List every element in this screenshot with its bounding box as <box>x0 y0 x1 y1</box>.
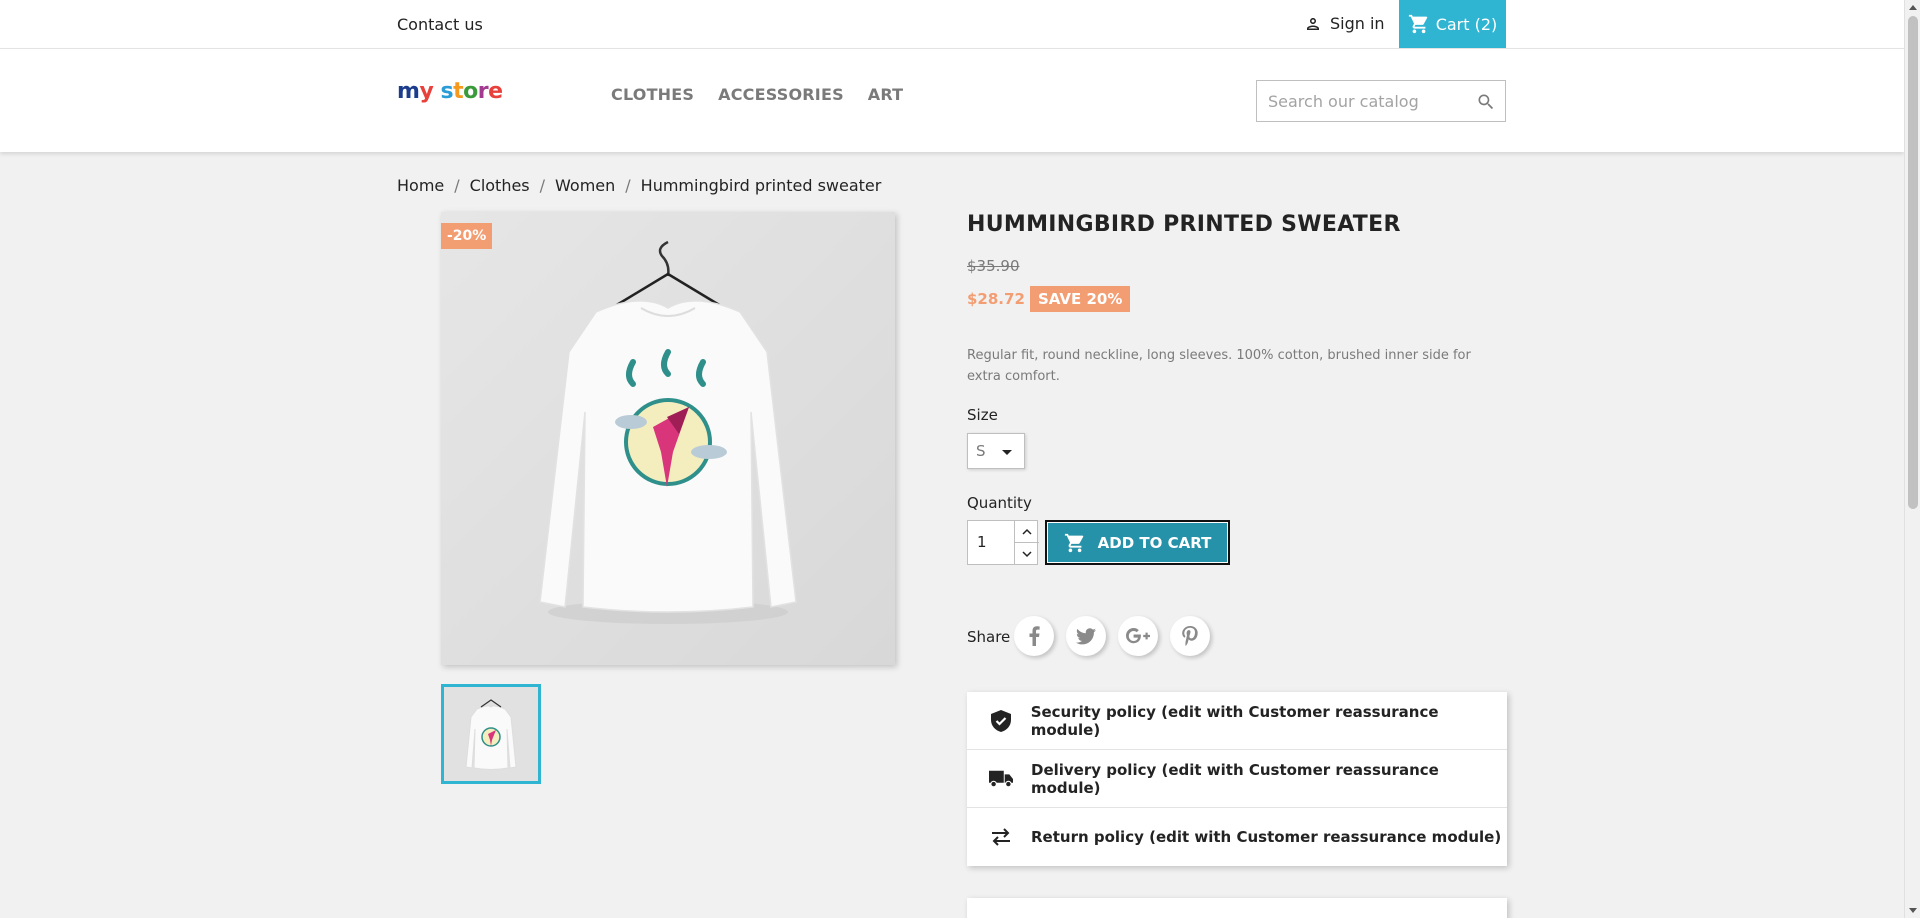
cart-button[interactable]: Cart (2) <box>1399 0 1506 48</box>
breadcrumb-separator: / <box>625 176 631 195</box>
quantity-label: Quantity <box>967 494 1032 512</box>
logo-letter: s <box>440 79 454 104</box>
scrollbar-thumb[interactable] <box>1908 16 1918 509</box>
logo-letter: t <box>453 79 464 104</box>
current-price: $28.72 <box>967 290 1025 308</box>
logo-letter: m <box>397 79 420 104</box>
breadcrumb-home[interactable]: Home <box>397 176 444 195</box>
reassurance-block: Security policy (edit with Customer reas… <box>967 692 1507 866</box>
twitter-icon <box>1076 627 1096 644</box>
size-value: S <box>976 442 986 460</box>
quantity-decrease-button[interactable] <box>1014 543 1039 565</box>
pinterest-icon <box>1182 626 1198 646</box>
regular-price: $35.90 <box>967 257 1020 275</box>
reassurance-delivery-text: Delivery policy (edit with Customer reas… <box>1031 760 1439 797</box>
quantity-input[interactable]: 1 <box>977 533 987 551</box>
menu-item-accessories[interactable]: ACCESSORIES <box>718 85 844 104</box>
swap-arrows-icon <box>989 828 1013 846</box>
search-input[interactable] <box>1257 81 1457 121</box>
add-to-cart-label: ADD TO CART <box>1097 533 1212 552</box>
reassurance-security-text: Security policy (edit with Customer reas… <box>1030 702 1439 739</box>
breadcrumb-clothes[interactable]: Clothes <box>470 176 530 195</box>
search-box <box>1256 80 1506 122</box>
share-googleplus-button[interactable] <box>1118 616 1158 656</box>
product-description: Regular fit, round neckline, long sleeve… <box>967 348 1471 384</box>
reassurance-return: Return policy (edit with Customer reassu… <box>967 808 1507 866</box>
google-plus-icon <box>1126 628 1150 644</box>
facebook-icon <box>1029 626 1040 646</box>
shield-check-icon <box>989 709 1013 732</box>
share-label: Share <box>967 628 1011 646</box>
scroll-down-arrow[interactable] <box>1909 908 1917 913</box>
breadcrumb-separator: / <box>454 176 460 195</box>
chevron-up-icon <box>1022 528 1032 535</box>
cart-icon <box>1064 533 1083 552</box>
logo-letter: e <box>488 79 503 104</box>
page-scrollbar[interactable] <box>1904 0 1920 918</box>
chevron-down-icon <box>1002 450 1012 455</box>
size-label: Size <box>967 406 998 424</box>
search-icon[interactable] <box>1476 92 1496 112</box>
save-badge: SAVE 20% <box>1030 286 1131 312</box>
product-thumbnail[interactable] <box>441 684 541 784</box>
product-cover-image[interactable] <box>441 212 895 665</box>
logo-letter: r <box>477 79 489 104</box>
sign-in-label: Sign in <box>1330 14 1385 33</box>
main-header: my store CLOTHES ACCESSORIES ART <box>0 49 1904 152</box>
logo-letter: y <box>419 79 434 104</box>
sign-in-link[interactable]: Sign in <box>1304 14 1385 33</box>
menu-item-art[interactable]: ART <box>868 85 904 104</box>
share-facebook-button[interactable] <box>1014 616 1054 656</box>
add-to-cart-button[interactable]: ADD TO CART <box>1045 520 1230 565</box>
truck-icon <box>989 770 1013 788</box>
breadcrumb: Home / Clothes / Women / Hummingbird pri… <box>397 176 881 195</box>
breadcrumb-current[interactable]: Hummingbird printed sweater <box>641 176 882 195</box>
product-tabs-panel <box>967 898 1507 918</box>
reassurance-delivery: Delivery policy (edit with Customer reas… <box>967 750 1507 808</box>
product-title: HUMMINGBIRD PRINTED SWEATER <box>967 212 1401 237</box>
cart-label: Cart (2) <box>1435 14 1498 34</box>
share-twitter-button[interactable] <box>1066 616 1106 656</box>
contact-us-link[interactable]: Contact us <box>397 15 483 34</box>
breadcrumb-women[interactable]: Women <box>555 176 615 195</box>
main-menu: CLOTHES ACCESSORIES ART <box>611 85 903 104</box>
quantity-stepper: 1 <box>967 520 1039 565</box>
store-logo[interactable]: my store <box>397 79 503 104</box>
quantity-increase-button[interactable] <box>1014 521 1039 543</box>
top-nav: Contact us Sign in Cart (2) <box>0 0 1904 49</box>
chevron-down-icon <box>1022 551 1032 558</box>
size-select[interactable]: S <box>967 433 1025 469</box>
cart-icon <box>1408 14 1427 34</box>
logo-letter: o <box>463 79 478 104</box>
reassurance-return-text: Return policy (edit with Customer reassu… <box>1031 828 1502 846</box>
user-icon <box>1307 17 1319 30</box>
thumbnail-image <box>444 687 538 781</box>
share-pinterest-button[interactable] <box>1170 616 1210 656</box>
scroll-up-arrow[interactable] <box>1909 5 1917 10</box>
discount-flag: -20% <box>441 223 493 249</box>
menu-item-clothes[interactable]: CLOTHES <box>611 85 694 104</box>
sweater-illustration <box>539 240 797 624</box>
reassurance-security: Security policy (edit with Customer reas… <box>967 692 1507 750</box>
breadcrumb-separator: / <box>539 176 546 195</box>
